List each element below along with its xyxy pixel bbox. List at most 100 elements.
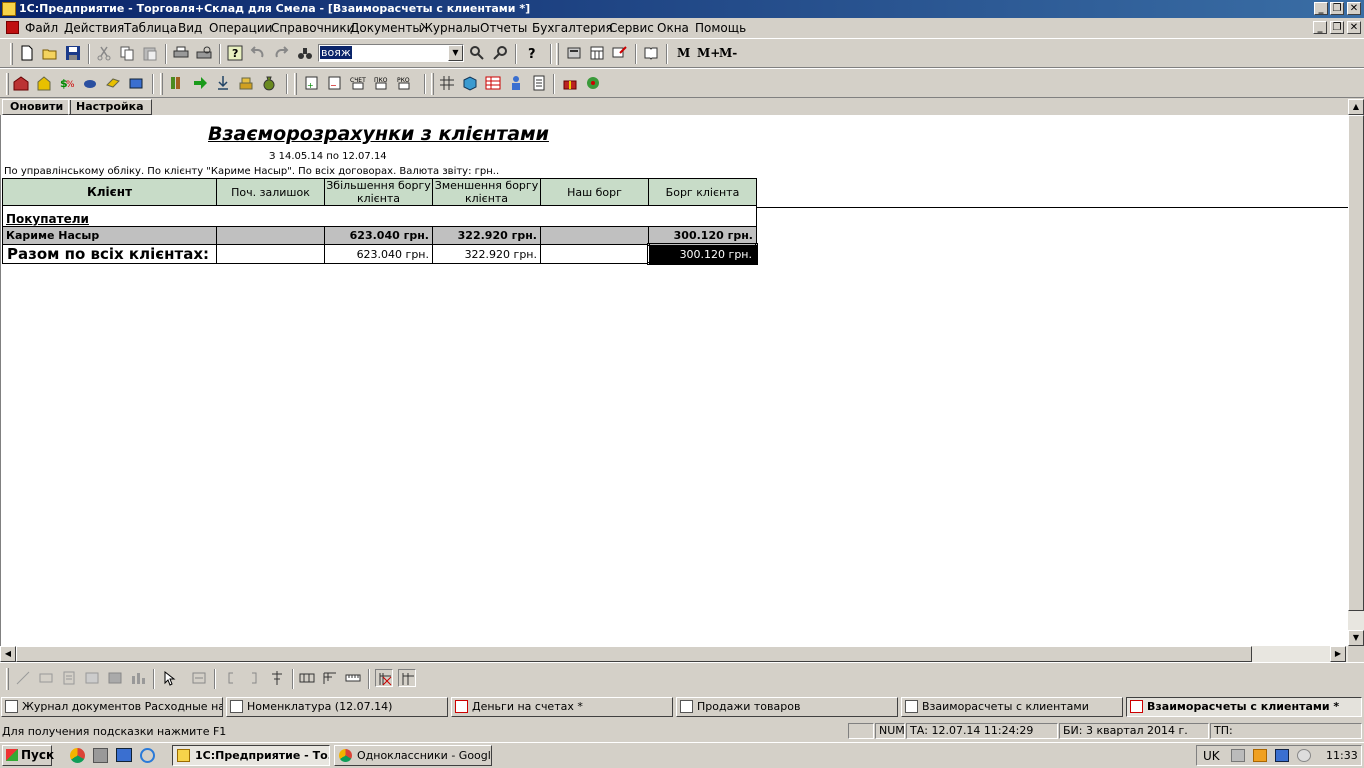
keyboard-icon[interactable] bbox=[1231, 749, 1245, 762]
print-icon[interactable] bbox=[172, 44, 190, 62]
cells-icon[interactable] bbox=[298, 669, 316, 687]
task-chrome[interactable]: Одноклассники - Googl... bbox=[334, 745, 492, 766]
mdi-restore-button[interactable]: ❐ bbox=[1330, 21, 1344, 34]
search-combo[interactable]: вояж ▼ bbox=[318, 44, 464, 62]
menu-table[interactable]: Таблица bbox=[124, 21, 177, 35]
scroll-up-icon[interactable]: ▲ bbox=[1348, 99, 1364, 115]
book-icon[interactable] bbox=[642, 44, 660, 62]
mdi-minimize-button[interactable]: _ bbox=[1313, 21, 1327, 34]
toolbar-grip[interactable] bbox=[6, 73, 9, 95]
window-tab-journal[interactable]: Журнал документов Расходные накладные bbox=[1, 697, 223, 717]
column-header-our-debt[interactable]: Наш борг bbox=[540, 178, 649, 206]
window-tab-settlements[interactable]: Взаиморасчеты с клиентами bbox=[901, 697, 1123, 717]
print-preview-icon[interactable] bbox=[195, 44, 213, 62]
column-header-increase[interactable]: Збільшення боргу клієнта bbox=[324, 178, 433, 206]
calculator-icon[interactable] bbox=[565, 44, 583, 62]
menu-documents[interactable]: Документы bbox=[350, 21, 422, 35]
ie-icon[interactable] bbox=[140, 748, 155, 763]
menu-windows[interactable]: Окна bbox=[657, 21, 689, 35]
help-context-icon[interactable]: ? bbox=[226, 44, 244, 62]
menu-help[interactable]: Помощь bbox=[695, 21, 746, 35]
calendar-icon[interactable] bbox=[588, 44, 606, 62]
start-button[interactable]: Пуск bbox=[2, 745, 54, 766]
save-icon[interactable] bbox=[64, 44, 82, 62]
journal-icon[interactable] bbox=[168, 74, 186, 92]
text-frame-icon[interactable] bbox=[60, 669, 78, 687]
horizontal-scrollbar[interactable]: ◀ ▶ bbox=[0, 646, 1348, 662]
toolbar-grip[interactable] bbox=[6, 668, 9, 690]
currency-icon[interactable]: $% bbox=[58, 74, 76, 92]
folder-icon[interactable] bbox=[1253, 749, 1267, 762]
fixed-headers-icon[interactable] bbox=[398, 669, 416, 687]
refresh-button[interactable]: Оновити bbox=[2, 99, 72, 115]
line-icon[interactable] bbox=[14, 669, 32, 687]
redo-icon[interactable] bbox=[272, 44, 290, 62]
align-icon[interactable] bbox=[268, 669, 286, 687]
report-sheet[interactable]: Взаєморозрахунки з клієнтами З 14.05.14 … bbox=[0, 115, 1348, 646]
scroll-right-icon[interactable]: ▶ bbox=[1330, 646, 1346, 662]
warehouse-icon[interactable] bbox=[12, 74, 30, 92]
memory-minus-button[interactable]: M- bbox=[719, 46, 737, 60]
cell-client[interactable]: Кариме Насыр bbox=[2, 226, 217, 245]
menu-operations[interactable]: Операции bbox=[209, 21, 272, 35]
column-header-client[interactable]: Клієнт bbox=[2, 178, 217, 206]
contractor-icon[interactable] bbox=[127, 74, 145, 92]
column-header-decrease[interactable]: Зменшення боргу клієнта bbox=[432, 178, 541, 206]
find-icon[interactable] bbox=[296, 44, 314, 62]
tools-icon[interactable] bbox=[93, 748, 108, 763]
settings-button[interactable]: Настройка bbox=[68, 99, 152, 115]
invoice-icon[interactable]: СЧЕТ bbox=[349, 74, 367, 92]
toolbar-grip[interactable] bbox=[556, 43, 559, 65]
paste-icon[interactable] bbox=[141, 44, 159, 62]
vertical-scrollbar[interactable]: ▲ ▼ bbox=[1348, 99, 1364, 646]
search-input[interactable]: вояж bbox=[320, 46, 352, 59]
arrow-right-icon[interactable] bbox=[191, 74, 209, 92]
cash-out-icon[interactable]: РКО bbox=[395, 74, 413, 92]
total-client-debt[interactable]: 300.120 грн. bbox=[647, 243, 758, 265]
memory-button[interactable]: M bbox=[677, 46, 690, 60]
window-tab-nomenclature[interactable]: Номенклатура (12.07.14) bbox=[226, 697, 448, 717]
volume-icon[interactable] bbox=[1297, 749, 1311, 762]
ruler-icon[interactable] bbox=[344, 669, 362, 687]
task-1c[interactable]: 1С:Предприятие - То... bbox=[172, 745, 330, 766]
column-header-opening[interactable]: Поч. залишок bbox=[216, 178, 325, 206]
desktop-icon[interactable] bbox=[116, 748, 132, 762]
total-decrease[interactable]: 322.920 грн. bbox=[432, 244, 541, 264]
minimize-button[interactable]: _ bbox=[1314, 2, 1328, 15]
vertical-scroll-thumb[interactable] bbox=[1348, 115, 1364, 611]
cell-opening[interactable] bbox=[216, 226, 325, 245]
new-icon[interactable] bbox=[18, 44, 36, 62]
total-our-debt[interactable] bbox=[540, 244, 649, 264]
scroll-left-icon[interactable]: ◀ bbox=[0, 646, 16, 662]
toolbar-grip[interactable] bbox=[294, 73, 297, 95]
menu-view[interactable]: Вид bbox=[178, 21, 202, 35]
copy-icon[interactable] bbox=[118, 44, 136, 62]
menu-file[interactable]: Файл bbox=[25, 21, 58, 35]
network-icon[interactable] bbox=[1275, 749, 1289, 762]
help-icon[interactable]: ? bbox=[523, 44, 541, 62]
cell-our-debt[interactable] bbox=[540, 226, 649, 245]
open-icon[interactable] bbox=[41, 44, 59, 62]
receipt-invoice-icon[interactable]: + bbox=[303, 74, 321, 92]
toolbar-grip[interactable] bbox=[160, 73, 163, 95]
reminder-icon[interactable] bbox=[611, 44, 629, 62]
cash-in-icon[interactable]: ПКО bbox=[372, 74, 390, 92]
money-bag-icon[interactable] bbox=[260, 74, 278, 92]
undo-icon[interactable] bbox=[249, 44, 267, 62]
find-next-icon[interactable] bbox=[468, 44, 486, 62]
scroll-down-icon[interactable]: ▼ bbox=[1348, 630, 1364, 646]
window-tab-money[interactable]: Деньги на счетах * bbox=[451, 697, 673, 717]
group-icon[interactable] bbox=[190, 669, 208, 687]
menu-directories[interactable]: Справочники bbox=[271, 21, 354, 35]
cell-client-debt[interactable]: 300.120 грн. bbox=[648, 226, 757, 245]
total-opening[interactable] bbox=[216, 244, 325, 264]
post-icon[interactable] bbox=[214, 74, 232, 92]
horizontal-scroll-thumb[interactable] bbox=[16, 646, 1252, 662]
cell-decrease[interactable]: 322.920 грн. bbox=[432, 226, 541, 245]
cube-icon[interactable] bbox=[461, 74, 479, 92]
goods-icon[interactable] bbox=[81, 74, 99, 92]
bracket-close-icon[interactable] bbox=[245, 669, 263, 687]
menu-accounting[interactable]: Бухгалтерия bbox=[532, 21, 613, 35]
menu-journals[interactable]: Журналы bbox=[420, 21, 480, 35]
pointer-icon[interactable] bbox=[160, 669, 178, 687]
